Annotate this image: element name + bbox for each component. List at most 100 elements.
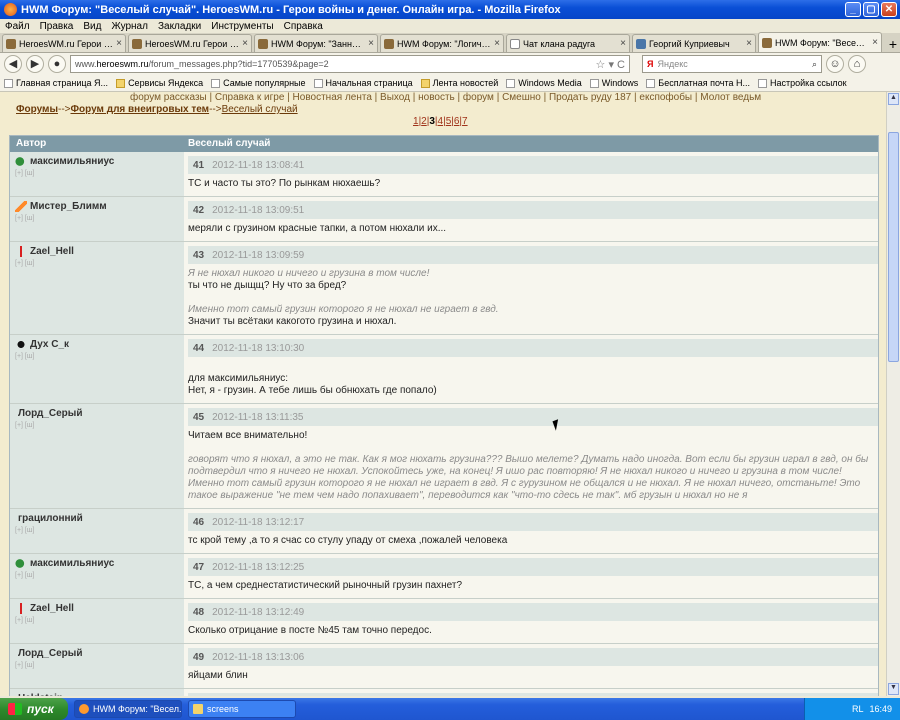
- page-link-7[interactable]: 7: [462, 116, 468, 127]
- menu-help[interactable]: Справка: [284, 21, 323, 32]
- home-icon[interactable]: ⌂: [848, 55, 866, 73]
- start-button[interactable]: пуск: [0, 698, 68, 720]
- bookmark-item[interactable]: Windows Media: [506, 78, 582, 88]
- author-name[interactable]: грацилонний: [15, 513, 179, 524]
- forward-icon[interactable]: ▶: [26, 55, 44, 73]
- quote-line: Я не нюхал никого и ничего и грузина в т…: [188, 268, 430, 279]
- menu-bookmarks[interactable]: Закладки: [158, 21, 201, 32]
- page-link-2[interactable]: 2: [421, 116, 427, 127]
- tab-2[interactable]: HeroesWM.ru Герои войн...×: [128, 34, 252, 52]
- tab-close-icon[interactable]: ×: [620, 38, 626, 49]
- breadcrumb-topic-link[interactable]: Веселый случай: [222, 104, 298, 115]
- scroll-thumb[interactable]: [888, 132, 899, 362]
- tab-label: HeroesWM.ru Герои войн...: [19, 38, 114, 49]
- author-name[interactable]: Мистер_Блимм: [15, 201, 179, 212]
- author-name[interactable]: Zael_Hell: [15, 246, 179, 257]
- tab-1[interactable]: HeroesWM.ru Герои войн...×: [2, 34, 126, 52]
- bookmark-item[interactable]: Бесплатная почта H...: [646, 78, 750, 88]
- page-link-6[interactable]: 6: [454, 116, 460, 127]
- page-link-5[interactable]: 5: [446, 116, 452, 127]
- menu-file[interactable]: Файл: [5, 21, 30, 32]
- bookmark-item[interactable]: Настройка ссылок: [758, 78, 847, 88]
- tab-5[interactable]: Чат клана радуга ×: [506, 34, 630, 52]
- post-number[interactable]: 41: [193, 160, 204, 171]
- bookmark-item[interactable]: Самые популярные: [211, 78, 306, 88]
- menu-history[interactable]: Журнал: [111, 21, 148, 32]
- menu-tools[interactable]: Инструменты: [211, 21, 273, 32]
- yandex-logo: Я: [647, 59, 654, 69]
- page-link-4[interactable]: 4: [438, 116, 444, 127]
- tab-close-icon[interactable]: ×: [746, 38, 752, 49]
- tab-close-icon[interactable]: ×: [242, 38, 248, 49]
- post-number[interactable]: 45: [193, 412, 204, 423]
- post-number[interactable]: 49: [193, 652, 204, 663]
- menu-view[interactable]: Вид: [83, 21, 101, 32]
- post-author-cell: Мистер_Блимм [+] [ш]: [10, 197, 184, 241]
- author-links[interactable]: [+] [ш]: [15, 422, 179, 429]
- author-name[interactable]: Лорд_Серый: [15, 648, 179, 659]
- maximize-button[interactable]: ▢: [863, 2, 879, 17]
- addon-icon[interactable]: ☺: [826, 55, 844, 73]
- minimize-button[interactable]: _: [845, 2, 861, 17]
- breadcrumb-offtopic-link[interactable]: Форум для внеигровых тем: [71, 104, 210, 115]
- tab-close-icon[interactable]: ×: [872, 37, 878, 48]
- tab-6[interactable]: Георгий Куприевыч ×: [632, 34, 756, 52]
- author-name[interactable]: Heldstein: [15, 693, 179, 696]
- url-bar[interactable]: www. heroeswm.ru/forum_messages.php?tid=1…: [70, 55, 630, 73]
- close-button[interactable]: ✕: [881, 2, 897, 17]
- tab-7-active[interactable]: HWM Форум: "Веселый с...×: [758, 32, 882, 52]
- scroll-down-icon[interactable]: ▼: [888, 683, 899, 695]
- bookmark-item[interactable]: Лента новостей: [420, 78, 498, 88]
- author-links[interactable]: [+] [ш]: [15, 527, 179, 534]
- window-titlebar[interactable]: HWM Форум: "Веселый случай". HeroesWM.ru…: [0, 0, 900, 19]
- post-meta: 42 2012-11-18 13:09:51: [188, 201, 878, 219]
- post-number[interactable]: 43: [193, 250, 204, 261]
- author-links[interactable]: [+] [ш]: [15, 617, 179, 624]
- author-links[interactable]: [+] [ш]: [15, 215, 179, 222]
- author-links[interactable]: [+] [ш]: [15, 662, 179, 669]
- bookmark-item[interactable]: Начальная страница: [313, 78, 413, 88]
- bookmark-star-icon[interactable]: ☆ ▾ C: [596, 58, 625, 71]
- author-name[interactable]: Лорд_Серый: [15, 408, 179, 419]
- author-name[interactable]: Zael_Hell: [15, 603, 179, 614]
- tab-3[interactable]: HWM Форум: "Заннохать"...×: [254, 34, 378, 52]
- author-name[interactable]: максимильяниус: [15, 558, 179, 569]
- post-number[interactable]: 48: [193, 607, 204, 618]
- tab-close-icon[interactable]: ×: [494, 38, 500, 49]
- post-number[interactable]: 44: [193, 343, 204, 354]
- menu-edit[interactable]: Правка: [40, 21, 74, 32]
- back-icon[interactable]: ◀: [4, 55, 22, 73]
- author-links[interactable]: [+] [ш]: [15, 170, 179, 177]
- page-link-1[interactable]: 1: [413, 116, 419, 127]
- page-scrollbar[interactable]: ▲ ▼: [886, 92, 900, 696]
- tab-label: Чат клана радуга: [523, 38, 596, 49]
- breadcrumb-forums-link[interactable]: Форумы: [16, 104, 58, 115]
- task-screens[interactable]: screens: [188, 700, 296, 718]
- task-firefox[interactable]: HWM Форум: "Весел...: [74, 700, 182, 718]
- post-number[interactable]: 42: [193, 205, 204, 216]
- author-links[interactable]: [+] [ш]: [15, 260, 179, 267]
- tab-close-icon[interactable]: ×: [368, 38, 374, 49]
- scroll-up-icon[interactable]: ▲: [888, 93, 899, 105]
- post-number[interactable]: 47: [193, 562, 204, 573]
- bookmark-item[interactable]: Windows: [589, 78, 638, 88]
- text-line: ТС и часто ты это? По рынкам нюхаешь?: [188, 178, 381, 189]
- bookmark-item[interactable]: Главная страница Я...: [4, 78, 108, 88]
- tab-4[interactable]: HWM Форум: "Логическо...×: [380, 34, 504, 52]
- new-tab-icon[interactable]: +: [886, 36, 900, 52]
- search-input[interactable]: Я Яндекс ⌕: [642, 55, 822, 73]
- language-indicator[interactable]: RL: [852, 704, 864, 714]
- post-number[interactable]: 46: [193, 517, 204, 528]
- forum-post: грацилонний [+] [ш] 46 2012-11-18 13:12:17 т…: [10, 509, 878, 554]
- author-links[interactable]: [+] [ш]: [15, 572, 179, 579]
- author-links[interactable]: [+] [ш]: [15, 353, 179, 360]
- author-name[interactable]: максимильяниус: [15, 156, 179, 167]
- search-icon[interactable]: ⌕: [812, 59, 817, 70]
- text-line: меряли с грузином красные тапки, а потом…: [188, 223, 447, 234]
- forum-post: Дух С_к [+] [ш] 44 2012-11-18 13:10:30 для м…: [10, 335, 878, 404]
- bookmark-item[interactable]: Сервисы Яндекса: [116, 78, 203, 88]
- author-name[interactable]: Дух С_к: [15, 339, 179, 350]
- tab-close-icon[interactable]: ×: [116, 38, 122, 49]
- bookmark-label: Настройка ссылок: [770, 78, 847, 88]
- top-links[interactable]: форум рассказы | Справка к игре | Новост…: [130, 92, 761, 103]
